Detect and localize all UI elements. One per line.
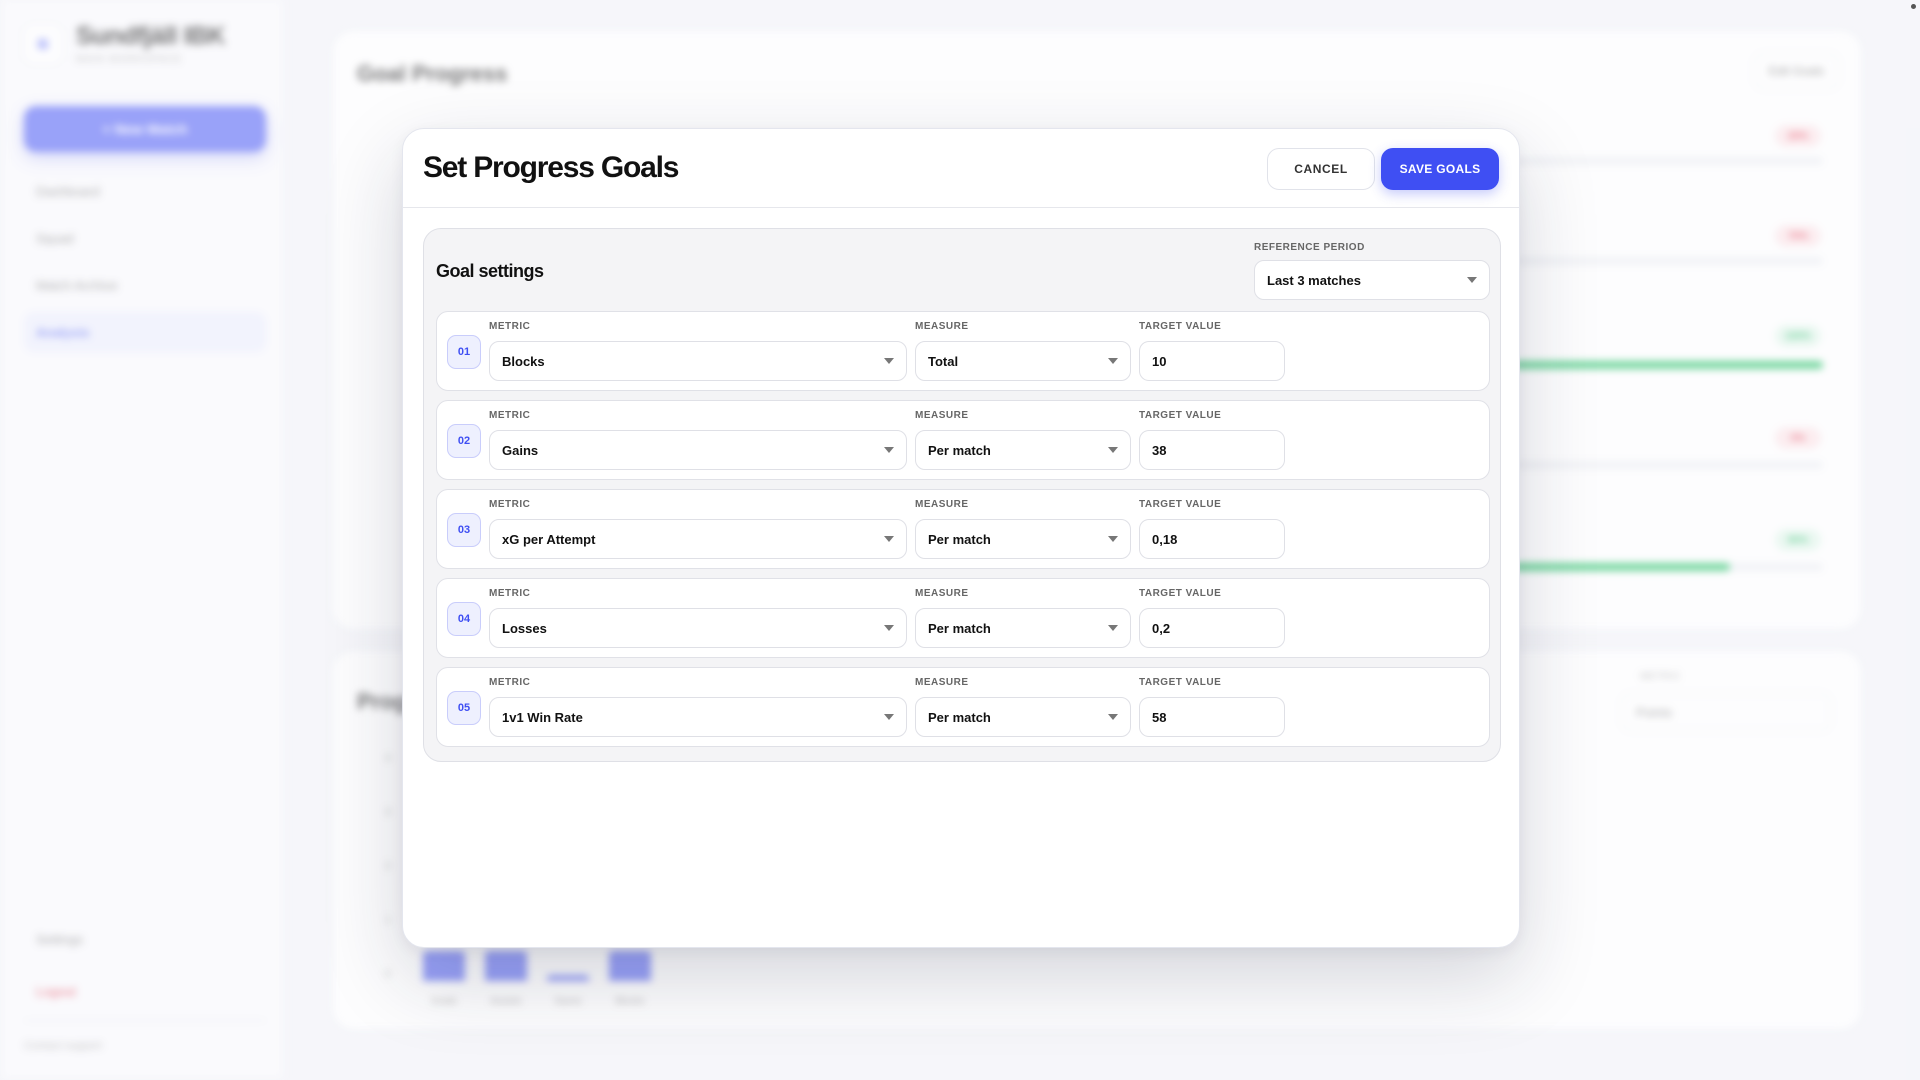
metric-select[interactable]: Gains xyxy=(489,430,907,470)
goal-row-03: 03 METRIC xG per Attempt MEASURE Per mat… xyxy=(436,489,1490,569)
measure-label: MEASURE xyxy=(915,588,969,599)
save-goals-button[interactable]: SAVE GOALS xyxy=(1381,148,1499,190)
metric-select[interactable]: 1v1 Win Rate xyxy=(489,697,907,737)
target-value-input[interactable]: 58 xyxy=(1139,697,1285,737)
measure-select[interactable]: Total xyxy=(915,341,1131,381)
chevron-down-icon xyxy=(1108,625,1118,631)
measure-select[interactable]: Per match xyxy=(915,519,1131,559)
modal-title: Set Progress Goals xyxy=(423,151,679,184)
chevron-down-icon xyxy=(1108,447,1118,453)
measure-select[interactable]: Per match xyxy=(915,430,1131,470)
modal-header: Set Progress Goals CANCEL SAVE GOALS xyxy=(403,129,1519,208)
chevron-down-icon xyxy=(1467,277,1477,283)
target-value-label: TARGET VALUE xyxy=(1139,588,1222,599)
metric-select[interactable]: Blocks xyxy=(489,341,907,381)
goal-settings-panel: Goal settings REFERENCE PERIOD Last 3 ma… xyxy=(423,228,1501,762)
goal-row-04: 04 METRIC Losses MEASURE Per match TARGE… xyxy=(436,578,1490,658)
measure-value: Per match xyxy=(928,531,991,547)
metric-label: METRIC xyxy=(489,410,531,421)
metric-value: xG per Attempt xyxy=(502,531,596,547)
chevron-down-icon xyxy=(884,447,894,453)
metric-label: METRIC xyxy=(489,499,531,510)
set-progress-goals-modal: Set Progress Goals CANCEL SAVE GOALS Goa… xyxy=(402,128,1520,948)
chevron-down-icon xyxy=(884,625,894,631)
goal-number-badge: 01 xyxy=(447,335,481,369)
target-value-input[interactable]: 0,18 xyxy=(1139,519,1285,559)
reference-period-select[interactable]: Last 3 matches xyxy=(1254,260,1490,300)
measure-value: Per match xyxy=(928,442,991,458)
target-value-label: TARGET VALUE xyxy=(1139,410,1222,421)
chevron-down-icon xyxy=(1108,714,1118,720)
metric-value: Blocks xyxy=(502,353,545,369)
chevron-down-icon xyxy=(884,536,894,542)
goal-number-badge: 05 xyxy=(447,691,481,725)
goal-number-badge: 03 xyxy=(447,513,481,547)
corner-dot xyxy=(1911,4,1916,9)
reference-period-label: REFERENCE PERIOD xyxy=(1254,242,1365,253)
chevron-down-icon xyxy=(884,714,894,720)
target-value-label: TARGET VALUE xyxy=(1139,321,1222,332)
target-value-input[interactable]: 10 xyxy=(1139,341,1285,381)
metric-value: 1v1 Win Rate xyxy=(502,709,583,725)
metric-value: Gains xyxy=(502,442,539,458)
measure-label: MEASURE xyxy=(915,321,969,332)
measure-select[interactable]: Per match xyxy=(915,608,1131,648)
measure-label: MEASURE xyxy=(915,677,969,688)
metric-label: METRIC xyxy=(489,588,531,599)
goal-number-badge: 02 xyxy=(447,424,481,458)
metric-value: Losses xyxy=(502,620,547,636)
chevron-down-icon xyxy=(1108,358,1118,364)
goal-settings-title: Goal settings xyxy=(436,261,544,281)
goal-row-02: 02 METRIC Gains MEASURE Per match TARGET… xyxy=(436,400,1490,480)
target-value-label: TARGET VALUE xyxy=(1139,499,1222,510)
measure-select[interactable]: Per match xyxy=(915,697,1131,737)
metric-label: METRIC xyxy=(489,677,531,688)
measure-label: MEASURE xyxy=(915,410,969,421)
reference-period-value: Last 3 matches xyxy=(1267,272,1361,288)
goal-row-05: 05 METRIC 1v1 Win Rate MEASURE Per match… xyxy=(436,667,1490,747)
chevron-down-icon xyxy=(1108,536,1118,542)
metric-label: METRIC xyxy=(489,321,531,332)
target-value-input[interactable]: 38 xyxy=(1139,430,1285,470)
cancel-button[interactable]: CANCEL xyxy=(1267,148,1375,190)
metric-select[interactable]: Losses xyxy=(489,608,907,648)
measure-value: Total xyxy=(928,353,959,369)
goal-row-01: 01 METRIC Blocks MEASURE Total TARGET VA… xyxy=(436,311,1490,391)
measure-label: MEASURE xyxy=(915,499,969,510)
measure-value: Per match xyxy=(928,620,991,636)
target-value-label: TARGET VALUE xyxy=(1139,677,1222,688)
target-value-input[interactable]: 0,2 xyxy=(1139,608,1285,648)
measure-value: Per match xyxy=(928,709,991,725)
goal-number-badge: 04 xyxy=(447,602,481,636)
chevron-down-icon xyxy=(884,358,894,364)
metric-select[interactable]: xG per Attempt xyxy=(489,519,907,559)
